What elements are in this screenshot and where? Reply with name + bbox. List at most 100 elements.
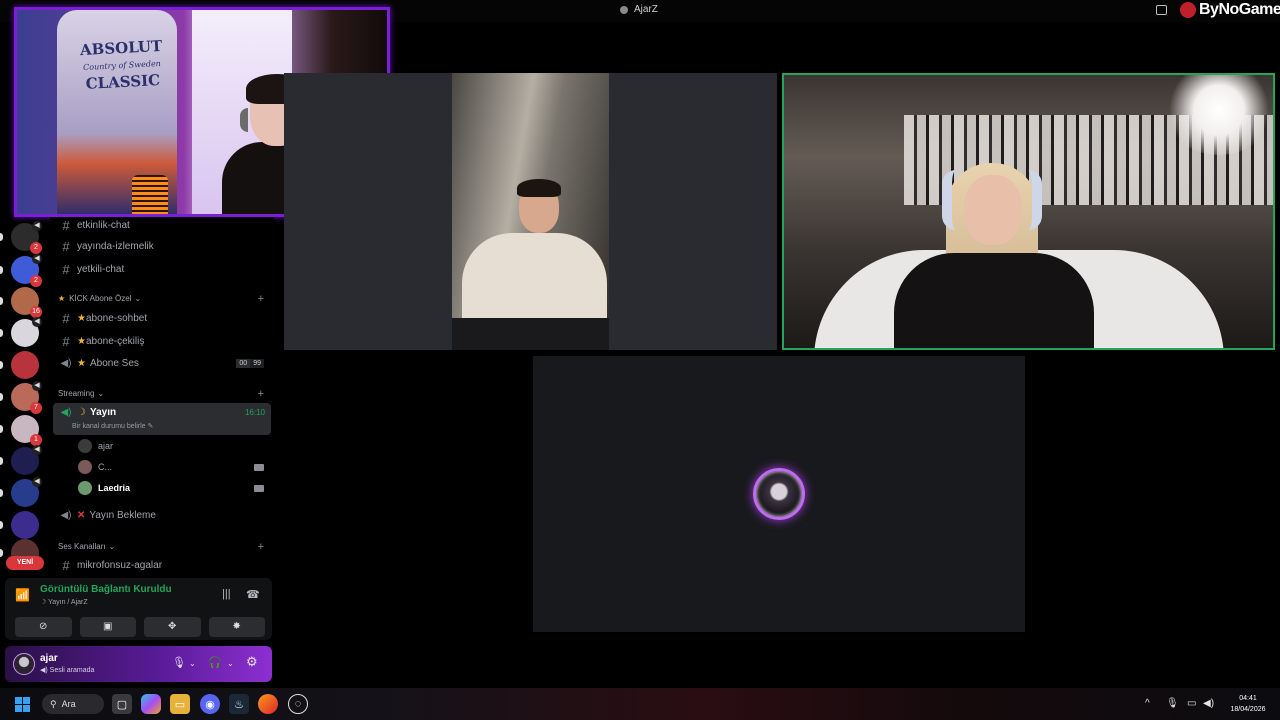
channel-yayinda-izlemelik[interactable]: # yayında-izlemelik — [58, 236, 270, 256]
add-channel-icon[interactable]: + — [258, 541, 264, 553]
server-icon[interactable]: 1 — [11, 415, 42, 446]
unread-pill — [0, 329, 3, 337]
channel-name: Yayın — [89, 407, 117, 418]
obs-icon[interactable]: ◌ — [288, 694, 308, 714]
hash-icon: # — [62, 217, 70, 233]
unread-pill — [0, 297, 3, 305]
video-tile-participant-2[interactable] — [782, 73, 1275, 350]
taskbar-search[interactable]: ⚲ Ara — [42, 694, 104, 714]
star-icon: ★ — [77, 312, 86, 324]
voice-channel-yayin[interactable]: ◀) ☽ Yayın 16:10 Bir kanal durumu belirl… — [53, 403, 271, 435]
headphones-icon[interactable]: 🎧 — [208, 656, 222, 669]
channel-yetkili-chat[interactable]: # yetkili-chat — [58, 259, 270, 279]
server-icon[interactable]: ◀ — [11, 477, 42, 507]
participant-hair — [517, 179, 561, 197]
speaker-icon: ◀) — [60, 357, 72, 369]
channel-name: Abone Ses — [89, 357, 139, 369]
task-view-icon[interactable]: ▢ — [112, 694, 132, 714]
noise-suppression-icon[interactable]: ||| — [222, 588, 231, 600]
category-streaming[interactable]: Streaming ⌄ + — [58, 388, 270, 400]
unread-pill — [0, 266, 3, 274]
participant-body — [894, 253, 1094, 348]
unread-pill — [0, 549, 3, 557]
voice-member[interactable]: C... — [78, 457, 268, 477]
taskbar: ⚲ Ara ▢ ▭ ◉ ♨ ◌ ^ 🎙 ▭ ◀) 04:41 18/04/202… — [0, 688, 1280, 720]
speaking-avatar — [753, 468, 805, 520]
unread-pill — [0, 425, 3, 433]
voice-channel-abone-ses[interactable]: ◀) ★ Abone Ses 00 99 — [58, 353, 270, 373]
server-icon[interactable]: ◀ — [11, 317, 42, 347]
camera-off-button[interactable]: ⊘ — [15, 617, 72, 637]
member-avatar — [78, 460, 92, 474]
volume-tray-icon[interactable]: ◀) — [1203, 698, 1214, 709]
voice-member[interactable]: ajar — [78, 436, 268, 456]
category-name: Streaming — [58, 389, 95, 398]
file-explorer-icon[interactable]: ▭ — [170, 694, 190, 714]
voice-action-buttons: ⊘ ▣ ✥ ✸ — [15, 617, 265, 637]
channel-mikrofonsuz-agalar[interactable]: # mikrofonsuz-agalar — [58, 555, 270, 575]
unread-pill — [0, 393, 3, 401]
channel-etkinlik-chat[interactable]: # etkinlik-chat — [58, 215, 270, 235]
category-ses-kanallari[interactable]: Ses Kanalları ⌄ + — [58, 541, 270, 553]
server-icon[interactable]: ◀ 7 — [11, 381, 42, 414]
soundboard-button[interactable]: ✸ — [208, 617, 265, 637]
server-icon[interactable]: 16 — [11, 287, 42, 318]
inbox-icon[interactable] — [1156, 5, 1167, 15]
microphone-icon[interactable]: 🎙 — [172, 656, 186, 669]
voice-member[interactable]: Laedria — [78, 478, 268, 498]
add-channel-icon[interactable]: + — [258, 293, 264, 305]
server-icon[interactable] — [11, 511, 39, 539]
copilot-icon[interactable] — [141, 694, 161, 714]
chevron-up-icon[interactable]: ^ — [1145, 698, 1150, 709]
desk-image — [452, 318, 609, 350]
channel-name: etkinlik-chat — [77, 219, 130, 231]
server-icon[interactable]: ◀ 2 — [11, 221, 42, 254]
channel-status[interactable]: Bir kanal durumu belirle ✎ — [72, 422, 153, 430]
discord-icon[interactable]: ◉ — [200, 694, 220, 714]
screen: AjarZ ByNoGame ABSOLUT Country of Sweden… — [0, 0, 1280, 720]
pencil-icon: ✎ — [147, 423, 154, 430]
search-icon: ⚲ — [50, 698, 57, 709]
microphone-tray-icon[interactable]: 🎙 — [1166, 698, 1179, 709]
category-kick-abone[interactable]: ★ KİCK Abone Özel ⌄ + — [58, 293, 270, 305]
voice-channel-yayin-bekleme[interactable]: ◀) ✕ Yayın Bekleme — [58, 505, 270, 525]
windows-start-icon[interactable] — [12, 694, 32, 714]
new-badge[interactable]: YENİ — [6, 556, 44, 570]
voice-tile-speaking[interactable] — [533, 356, 1025, 632]
server-icon[interactable] — [11, 351, 39, 379]
hash-icon: # — [62, 261, 70, 277]
chevron-down-icon[interactable]: ⌄ — [189, 659, 196, 668]
screen-share-button[interactable]: ▣ — [79, 617, 136, 637]
hash-icon: # — [62, 557, 70, 573]
member-name: ajar — [98, 441, 114, 451]
signal-icon[interactable]: 📶 — [15, 588, 30, 602]
firefox-icon[interactable] — [258, 694, 278, 714]
channel-abone-sohbet[interactable]: # ★ abone-sohbet — [58, 308, 270, 328]
server-icon[interactable]: ◀ 2 — [11, 254, 42, 287]
disconnect-icon[interactable]: ☎ — [246, 588, 260, 601]
connection-channel: ☽ Yayın / AjarZ — [40, 599, 88, 606]
user-status: ◀) Sesli aramada — [40, 667, 95, 674]
activities-button[interactable]: ✥ — [144, 617, 201, 637]
video-tile-participant-1[interactable] — [284, 73, 777, 350]
server-icon[interactable]: ◀ — [11, 445, 42, 475]
unread-pill — [0, 233, 3, 241]
channel-abone-cekilis[interactable]: # ★ abone-çekiliş — [58, 331, 270, 351]
unread-pill — [0, 361, 3, 369]
chevron-down-icon[interactable]: ⌄ — [227, 659, 234, 668]
channel-timer: 16:10 — [244, 408, 265, 417]
steam-icon[interactable]: ♨ — [229, 694, 249, 714]
channel-name: yayında-izlemelik — [77, 240, 154, 252]
settings-gear-icon[interactable]: ⚙ — [246, 654, 258, 670]
headset-image — [942, 170, 1042, 230]
member-name: Laedria — [98, 483, 131, 493]
unread-pill — [0, 457, 3, 465]
mention-badge: 7 — [30, 402, 42, 414]
monitor-tray-icon[interactable]: ▭ — [1187, 698, 1196, 709]
add-channel-icon[interactable]: + — [258, 388, 264, 400]
chevron-down-icon: ⌄ — [108, 542, 116, 551]
brand-logo-icon — [1180, 2, 1196, 18]
speaker-active-icon: ◀) — [60, 407, 72, 418]
user-avatar[interactable] — [13, 653, 35, 675]
system-clock[interactable]: 04:41 18/04/2026 — [1224, 693, 1272, 715]
